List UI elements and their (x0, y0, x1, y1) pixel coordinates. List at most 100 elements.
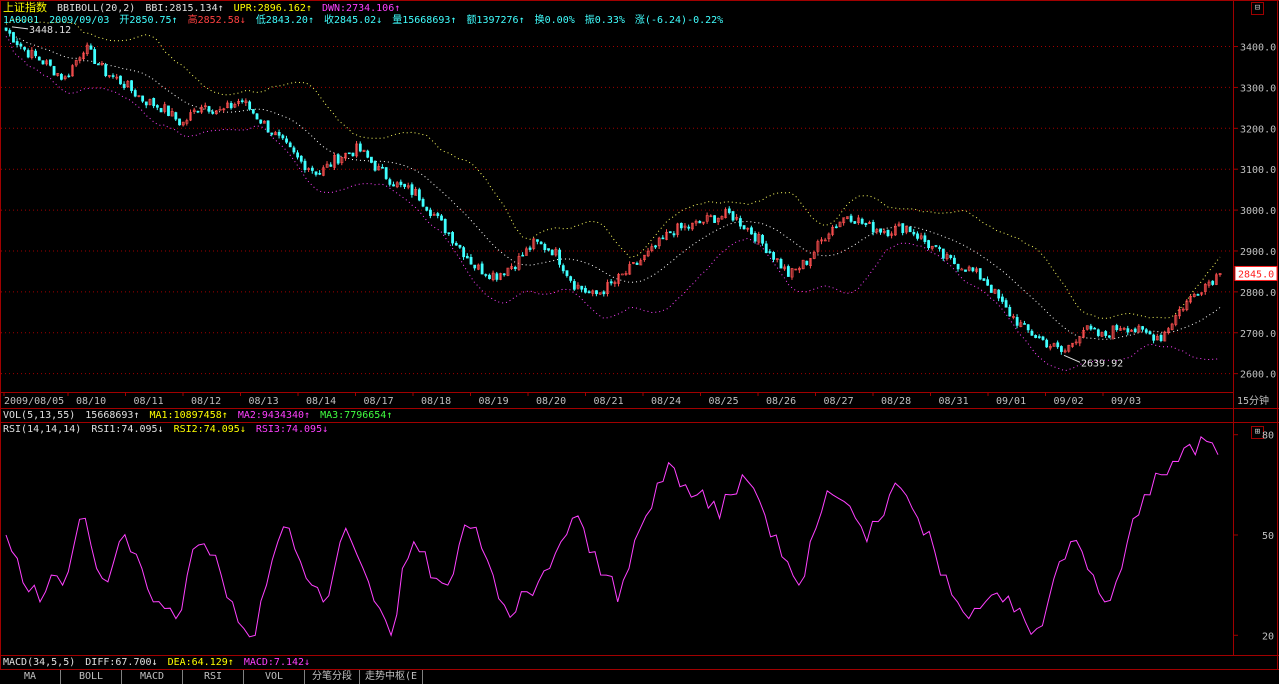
time-tick-label: 09/02 (1054, 396, 1084, 407)
candle-body (761, 234, 764, 244)
candle-body (1008, 307, 1012, 317)
candle-body (901, 223, 905, 233)
candle-body (764, 243, 768, 253)
time-tick-label: 08/27 (824, 396, 854, 407)
tab-ma[interactable]: MA (0, 670, 61, 684)
candle-body (561, 265, 565, 272)
candle-body (370, 156, 373, 163)
candle-body (949, 255, 953, 258)
candle-body (1045, 339, 1049, 348)
candle-body (941, 248, 945, 259)
candle-body (484, 274, 488, 276)
candle-body (23, 47, 26, 50)
candle-body (425, 206, 429, 211)
candle-body (879, 228, 883, 233)
candle-body (465, 255, 469, 259)
time-tick-label: 08/25 (709, 396, 739, 407)
candle-body (982, 278, 986, 281)
candle-body (938, 247, 942, 250)
candle-body (447, 232, 451, 234)
tab-boll[interactable]: BOLL (61, 670, 122, 684)
candle-body (550, 249, 554, 256)
candle-body (96, 63, 100, 66)
candle-body (602, 291, 606, 295)
price-tick-label: 3000.0 (1240, 206, 1276, 217)
time-tick-label: 08/19 (479, 396, 509, 407)
candle-body (60, 74, 63, 80)
candle-body (953, 257, 956, 264)
candle-body (713, 215, 716, 223)
candle-body (908, 226, 912, 233)
candle-body (1023, 323, 1026, 325)
candle-body (672, 233, 676, 236)
candle-body (19, 43, 23, 47)
time-tick-label: 08/13 (249, 396, 279, 407)
candle-body (89, 45, 93, 50)
tab-rsi[interactable]: RSI (183, 670, 244, 684)
candle-body (547, 248, 550, 251)
candle-body (595, 290, 598, 295)
candle-body (739, 218, 742, 227)
candle-body (351, 152, 355, 157)
candle-body (152, 98, 156, 107)
candle-body (1034, 335, 1038, 338)
candle-body (266, 120, 270, 133)
candle-body (122, 83, 126, 88)
candle-body (1030, 330, 1034, 336)
candle-body (768, 251, 772, 253)
tab-tick-segment[interactable]: 分笔分段 (305, 670, 360, 684)
candle-body (314, 171, 318, 175)
candle-body (52, 66, 56, 76)
candle-body (536, 239, 539, 242)
candle-body (440, 215, 443, 221)
candle-body (620, 273, 624, 276)
candle-body (558, 249, 561, 265)
candle-body (805, 260, 809, 265)
price-tick-label: 2700.0 (1240, 329, 1276, 340)
candle-body (654, 245, 657, 248)
low-marker-line (1063, 354, 1081, 363)
candle-body (281, 135, 285, 139)
candle-body (834, 226, 838, 229)
candle-body (303, 160, 307, 171)
tab-macd[interactable]: MACD (122, 670, 183, 684)
time-tick-label: 09/03 (1111, 396, 1141, 407)
bbi-line (5, 29, 1221, 340)
candle-body (15, 41, 19, 45)
candle-body (742, 225, 746, 230)
candle-body (318, 172, 322, 175)
candle-body (587, 291, 591, 294)
time-tick-label: 08/20 (536, 396, 566, 407)
candle-body (849, 215, 853, 222)
candle-body (502, 273, 506, 276)
candle-body (971, 267, 975, 272)
candle-body (864, 223, 868, 226)
candle-body (388, 179, 392, 185)
candle-body (48, 59, 52, 66)
candle-body (144, 101, 148, 106)
candle-body (178, 118, 181, 126)
candle-body (392, 184, 395, 187)
time-tick-label: 08/26 (766, 396, 796, 407)
candle-body (366, 150, 370, 158)
candle-body (687, 226, 691, 229)
tab-trend-center[interactable]: 走势中枢(E (360, 670, 423, 684)
candle-body (584, 288, 587, 293)
candle-body (1056, 342, 1060, 348)
candle-body (174, 112, 178, 120)
tab-vol[interactable]: VOL (244, 670, 305, 684)
candle-body (8, 30, 12, 34)
candle-body (1000, 296, 1004, 302)
chart-canvas[interactable]: 3400.0 3300.0 3200.0 3100.0 3000.0 2900.0 2800… (0, 0, 1279, 669)
candle-body (853, 221, 857, 224)
candle-body (248, 101, 252, 110)
candle-body (67, 75, 71, 78)
candle-body (159, 108, 163, 113)
rsi-tick-label: 80 (1262, 431, 1274, 442)
candle-body (860, 218, 864, 224)
price-tick-label: 3100.0 (1240, 165, 1276, 176)
candle-body (927, 240, 930, 249)
candle-body (299, 155, 303, 162)
candle-body (528, 247, 532, 250)
candle-body (488, 274, 491, 279)
